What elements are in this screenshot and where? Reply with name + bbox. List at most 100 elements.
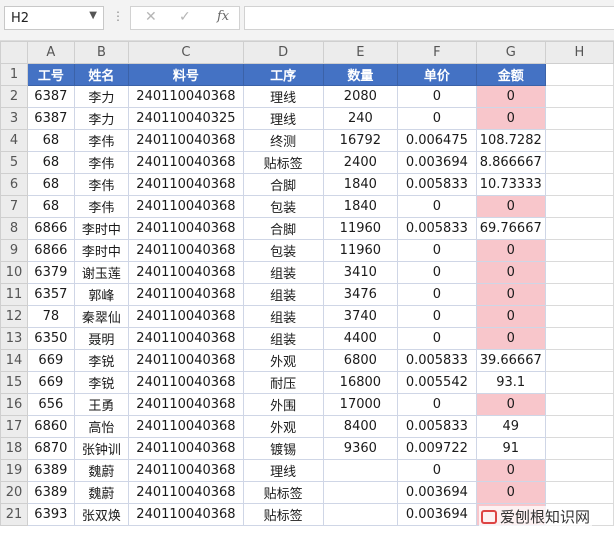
cancel-icon[interactable]: ✕ — [145, 9, 157, 25]
row-header[interactable]: 13 — [0, 327, 28, 350]
cell-amount[interactable]: 108.7282 — [475, 129, 546, 152]
cell-employee-id[interactable]: 6393 — [27, 503, 75, 526]
cell-unit-price[interactable]: 0.005833 — [397, 415, 477, 438]
cell-part-number[interactable]: 240110040368 — [128, 371, 244, 394]
cell-process[interactable]: 贴标签 — [242, 481, 324, 504]
cell-part-number[interactable]: 240110040368 — [128, 173, 244, 196]
cell-quantity[interactable]: 9360 — [322, 437, 399, 460]
cell-amount[interactable]: 0 — [475, 459, 546, 482]
row-header[interactable]: 16 — [0, 393, 28, 416]
cell-employee-id[interactable]: 68 — [27, 173, 75, 196]
cell-quantity[interactable]: 2400 — [322, 151, 399, 174]
cell-part-number[interactable]: 240110040368 — [128, 85, 244, 108]
cell-unit-price[interactable]: 0 — [397, 459, 477, 482]
cell-part-number[interactable]: 240110040368 — [128, 305, 244, 328]
cell-process[interactable]: 组装 — [242, 261, 324, 284]
grid-cell[interactable] — [544, 173, 614, 196]
name-box[interactable]: H2 ▼ — [4, 6, 104, 30]
cell-quantity[interactable]: 240 — [322, 107, 399, 130]
row-header[interactable]: 19 — [0, 459, 28, 482]
cell-name[interactable]: 王勇 — [73, 393, 130, 416]
cell-part-number[interactable]: 240110040368 — [128, 283, 244, 306]
row-header[interactable]: 9 — [0, 239, 28, 262]
grid-cell[interactable] — [544, 481, 614, 504]
grid-cell[interactable] — [544, 327, 614, 350]
cell-unit-price[interactable]: 0 — [397, 85, 477, 108]
cell-quantity[interactable]: 11960 — [322, 239, 399, 262]
cell-name[interactable]: 张双焕 — [73, 503, 130, 526]
cell-quantity[interactable]: 1840 — [322, 195, 399, 218]
cell-amount[interactable]: 0 — [475, 239, 546, 262]
cell-part-number[interactable]: 240110040368 — [128, 437, 244, 460]
cell-quantity[interactable]: 11960 — [322, 217, 399, 240]
cell-unit-price[interactable]: 0.006475 — [397, 129, 477, 152]
cell-process[interactable]: 合脚 — [242, 217, 324, 240]
row-header[interactable]: 20 — [0, 481, 28, 504]
cell-quantity[interactable] — [322, 459, 399, 482]
cell-unit-price[interactable]: 0 — [397, 327, 477, 350]
cell-employee-id[interactable]: 6387 — [27, 107, 75, 130]
cell-unit-price[interactable]: 0.003694 — [397, 481, 477, 504]
cell-unit-price[interactable]: 0.003694 — [397, 503, 477, 526]
cell-amount[interactable]: 49 — [475, 415, 546, 438]
cell-process[interactable]: 组装 — [242, 283, 324, 306]
cell-process[interactable]: 理线 — [242, 85, 324, 108]
cell-part-number[interactable]: 240110040368 — [128, 327, 244, 350]
grid-cell[interactable] — [544, 195, 614, 218]
cell-part-number[interactable]: 240110040368 — [128, 261, 244, 284]
cell-process[interactable]: 外围 — [242, 393, 324, 416]
grid-cell[interactable] — [544, 371, 614, 394]
row-header[interactable]: 15 — [0, 371, 28, 394]
grid-cell[interactable] — [544, 151, 614, 174]
cell-part-number[interactable]: 240110040368 — [128, 415, 244, 438]
cell-amount[interactable]: 0 — [475, 195, 546, 218]
cell-part-number[interactable]: 240110040368 — [128, 503, 244, 526]
cell-name[interactable]: 李时中 — [73, 239, 130, 262]
row-header[interactable]: 3 — [0, 107, 28, 130]
confirm-icon[interactable]: ✓ — [179, 9, 191, 25]
cell-quantity[interactable]: 1840 — [322, 173, 399, 196]
cell-unit-price[interactable]: 0 — [397, 261, 477, 284]
cell-process[interactable]: 理线 — [242, 107, 324, 130]
cell-name[interactable]: 郭峰 — [73, 283, 130, 306]
more-options-icon[interactable]: ⋮ — [112, 9, 124, 23]
cell-employee-id[interactable]: 6379 — [27, 261, 75, 284]
row-header[interactable]: 14 — [0, 349, 28, 372]
cell-amount[interactable]: 69.76667 — [475, 217, 546, 240]
cell-part-number[interactable]: 240110040368 — [128, 151, 244, 174]
row-header[interactable]: 11 — [0, 283, 28, 306]
grid-cell[interactable] — [544, 63, 614, 86]
header-cell-name[interactable]: 姓名 — [73, 63, 130, 86]
header-cell-unit-price[interactable]: 单价 — [397, 63, 477, 86]
cell-unit-price[interactable]: 0 — [397, 283, 477, 306]
cell-amount[interactable]: 39.66667 — [475, 349, 546, 372]
cell-process[interactable]: 外观 — [242, 349, 324, 372]
cell-part-number[interactable]: 240110040368 — [128, 349, 244, 372]
cell-quantity[interactable]: 4400 — [322, 327, 399, 350]
cell-unit-price[interactable]: 0 — [397, 107, 477, 130]
column-header-f[interactable]: F — [397, 41, 477, 64]
cell-amount[interactable]: 0 — [475, 261, 546, 284]
cell-unit-price[interactable]: 0.005833 — [397, 217, 477, 240]
row-header[interactable]: 8 — [0, 217, 28, 240]
cell-name[interactable]: 魏蔚 — [73, 459, 130, 482]
cell-process[interactable]: 贴标签 — [242, 503, 324, 526]
cell-part-number[interactable]: 240110040368 — [128, 481, 244, 504]
cell-quantity[interactable]: 3476 — [322, 283, 399, 306]
cell-quantity[interactable] — [322, 481, 399, 504]
cell-amount[interactable]: 0 — [475, 393, 546, 416]
cell-amount[interactable]: 0 — [475, 107, 546, 130]
cell-quantity[interactable]: 8400 — [322, 415, 399, 438]
cell-name[interactable]: 秦翠仙 — [73, 305, 130, 328]
cell-process[interactable]: 镀锡 — [242, 437, 324, 460]
cell-name[interactable]: 谢玉莲 — [73, 261, 130, 284]
cell-amount[interactable]: 0 — [475, 283, 546, 306]
cell-process[interactable]: 包装 — [242, 239, 324, 262]
cell-quantity[interactable]: 6800 — [322, 349, 399, 372]
cell-amount[interactable]: 8.866667 — [475, 151, 546, 174]
header-cell-part-number[interactable]: 料号 — [128, 63, 244, 86]
cell-amount[interactable]: 93.1 — [475, 371, 546, 394]
cell-amount[interactable]: 10.73333 — [475, 173, 546, 196]
cell-name[interactable]: 李伟 — [73, 173, 130, 196]
cell-quantity[interactable] — [322, 503, 399, 526]
